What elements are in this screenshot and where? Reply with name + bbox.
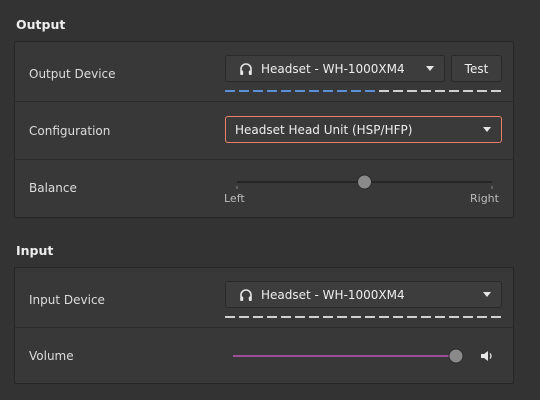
divider: [15, 101, 513, 102]
level-segment: [309, 316, 319, 318]
output-device-value: Headset - WH-1000XM4: [261, 61, 405, 76]
level-segment: [323, 90, 333, 92]
level-segment: [421, 316, 431, 318]
volume-label: Volume: [29, 349, 74, 363]
input-device-value: Headset - WH-1000XM4: [261, 287, 405, 302]
slider-fill: [233, 355, 456, 357]
input-device-label: Input Device: [29, 293, 105, 307]
balance-label: Balance: [29, 181, 77, 195]
level-segment: [365, 316, 375, 318]
slider-knob[interactable]: [448, 348, 464, 364]
level-segment: [253, 316, 263, 318]
configuration-dropdown[interactable]: Headset Head Unit (HSP/HFP): [225, 116, 502, 143]
divider: [15, 327, 513, 328]
output-panel: Output Device Headset - WH-1000XM4 Test …: [14, 41, 514, 218]
level-segment: [491, 90, 501, 92]
level-segment: [379, 90, 389, 92]
level-segment: [225, 90, 235, 92]
balance-left-label: Left: [224, 192, 245, 205]
configuration-value: Headset Head Unit (HSP/HFP): [235, 122, 413, 137]
level-segment: [267, 316, 277, 318]
level-segment: [309, 90, 319, 92]
level-segment: [351, 90, 361, 92]
chevron-down-icon: [426, 66, 434, 71]
level-segment: [379, 316, 389, 318]
level-segment: [281, 90, 291, 92]
level-segment: [239, 316, 249, 318]
level-segment: [463, 90, 473, 92]
output-level-bar: [225, 90, 501, 92]
balance-right-label: Right: [470, 192, 499, 205]
level-segment: [267, 90, 277, 92]
level-segment: [337, 90, 347, 92]
level-segment: [351, 316, 361, 318]
chevron-down-icon: [483, 292, 491, 297]
headphones-icon: [240, 62, 252, 75]
test-button[interactable]: Test: [451, 55, 502, 82]
output-device-label: Output Device: [29, 67, 116, 81]
level-segment: [463, 316, 473, 318]
configuration-label: Configuration: [29, 124, 111, 138]
speaker-icon: [481, 351, 492, 361]
level-segment: [477, 90, 487, 92]
volume-slider[interactable]: [231, 344, 467, 368]
level-segment: [295, 316, 305, 318]
divider: [15, 159, 513, 160]
level-segment: [253, 90, 263, 92]
input-panel: Input Device Headset - WH-1000XM4 Volume: [14, 267, 514, 384]
level-segment: [407, 316, 417, 318]
level-segment: [435, 316, 445, 318]
output-section-title: Output: [16, 17, 66, 32]
level-segment: [449, 90, 459, 92]
level-segment: [393, 316, 403, 318]
level-segment: [449, 316, 459, 318]
chevron-down-icon: [483, 127, 491, 132]
level-segment: [421, 90, 431, 92]
level-segment: [435, 90, 445, 92]
balance-slider[interactable]: [225, 170, 502, 196]
level-segment: [239, 90, 249, 92]
level-segment: [225, 316, 235, 318]
slider-knob[interactable]: [357, 174, 372, 190]
level-segment: [491, 316, 501, 318]
headphones-icon: [240, 288, 252, 301]
level-segment: [281, 316, 291, 318]
level-segment: [477, 316, 487, 318]
slider-mark: [491, 186, 493, 189]
level-segment: [295, 90, 305, 92]
input-device-dropdown[interactable]: Headset - WH-1000XM4: [225, 281, 502, 308]
level-segment: [365, 90, 375, 92]
level-segment: [407, 90, 417, 92]
level-segment: [337, 316, 347, 318]
input-level-bar: [225, 316, 501, 318]
level-segment: [393, 90, 403, 92]
output-device-dropdown[interactable]: Headset - WH-1000XM4: [225, 55, 445, 82]
input-section-title: Input: [16, 243, 54, 258]
slider-mark: [236, 186, 238, 189]
level-segment: [323, 316, 333, 318]
